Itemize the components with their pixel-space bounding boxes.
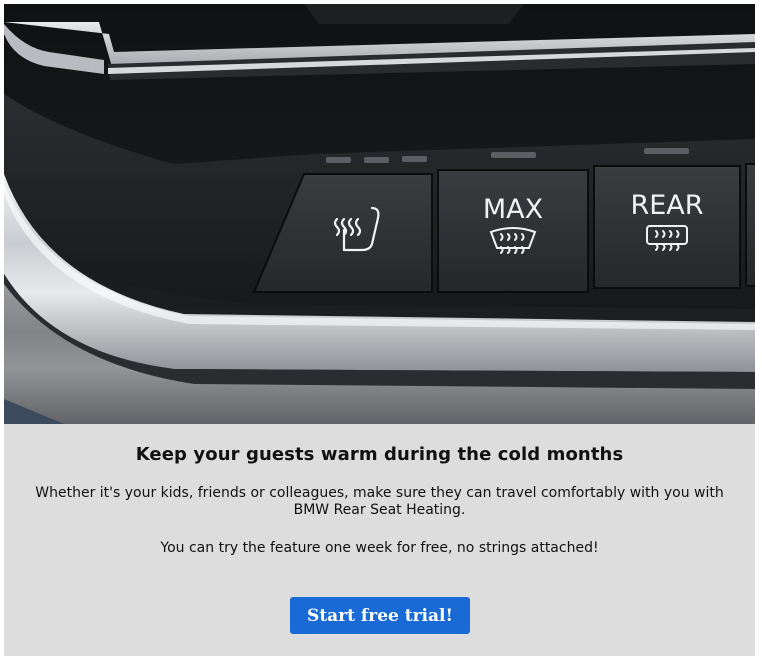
description-paragraph: Whether it's your kids, friends or colle…	[35, 485, 724, 518]
headline: Keep your guests warm during the cold mo…	[135, 444, 624, 465]
max-label: MAX	[483, 194, 543, 225]
hero-image: MAX REAR	[4, 4, 755, 424]
rear-label: REAR	[630, 190, 703, 221]
trial-paragraph: You can try the feature one week for fre…	[160, 540, 599, 556]
promo-card: MAX REAR Keep your guests warm during th…	[4, 4, 755, 656]
promo-content: Keep your guests warm during the cold mo…	[4, 424, 755, 656]
car-console-illustration: MAX REAR	[4, 4, 755, 424]
start-free-trial-button[interactable]: Start free trial!	[290, 597, 470, 634]
